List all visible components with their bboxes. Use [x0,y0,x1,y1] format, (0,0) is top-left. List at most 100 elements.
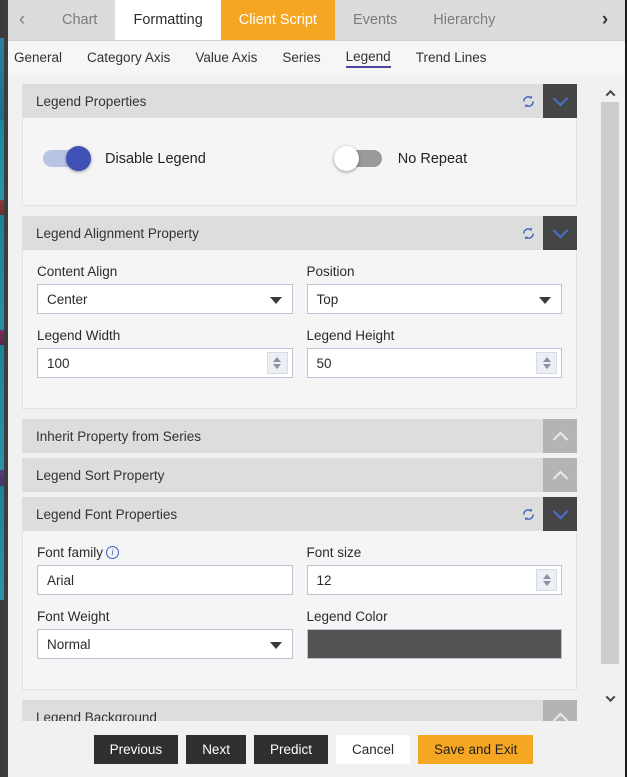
select-font-weight[interactable]: Normal [37,629,293,659]
input-legend-height[interactable]: 50 [306,348,562,378]
subtab-series[interactable]: Series [282,50,320,67]
input-font-family[interactable]: Arial [37,565,293,595]
refresh-icon[interactable] [513,84,543,118]
section-title: Inherit Property from Series [36,428,202,444]
settings-scroll-area: Legend Properties Disable Legend No Repe… [8,84,591,721]
toggle-knob [66,146,91,171]
section-header-icons [543,419,577,453]
collapse-toggle-legend-alignment[interactable] [543,216,577,250]
subtab-trend-lines[interactable]: Trend Lines [416,50,487,67]
subtab-general[interactable]: General [14,50,62,67]
legend-font-form: Font family i Arial Font size 12 Font We… [37,545,562,673]
section-title: Legend Alignment Property [36,225,199,241]
toggle-label-no-repeat: No Repeat [397,150,468,167]
section-header-legend-background[interactable]: Legend Background [22,700,577,721]
section-body-legend-alignment: Content Align Center Position Top Legend… [22,250,577,409]
collapse-toggle-legend-properties[interactable] [543,84,577,118]
toggle-disable-legend[interactable] [43,146,91,171]
chevron-down-icon [269,642,282,649]
section-header-inherit-property[interactable]: Inherit Property from Series [22,419,577,453]
legend-toggle-row: Disable Legend No Repeat [37,132,562,189]
select-value: Center [47,291,88,307]
dialog-footer: Previous Next Predict Cancel Save and Ex… [8,721,619,777]
next-button[interactable]: Next [186,734,246,764]
refresh-icon[interactable] [513,216,543,250]
section-header-legend-font[interactable]: Legend Font Properties [22,497,577,531]
subtab-category-axis[interactable]: Category Axis [87,50,170,67]
tab-label: Events [352,12,398,28]
chevron-right-icon[interactable]: › [583,0,627,40]
tab-formatting[interactable]: Formatting [115,0,221,40]
color-swatch-legend-color[interactable] [306,629,562,659]
collapse-toggle-inherit-property[interactable] [543,419,577,453]
section-header-legend-sort[interactable]: Legend Sort Property [22,458,577,492]
subtab-label: General [14,50,63,65]
label-text: Legend Height [306,328,395,343]
tab-hierarchy[interactable]: Hierarchy [415,0,514,40]
input-value: 50 [316,355,332,371]
spinner-font-size[interactable] [536,569,557,591]
chevron-down-icon [552,90,568,106]
subtab-label: Series [282,50,321,65]
collapse-toggle-legend-sort[interactable] [543,458,577,492]
sub-tab-bar: General Category Axis Value Axis Series … [0,41,627,76]
input-legend-width[interactable]: 100 [37,348,293,378]
section-title: Legend Sort Property [36,467,165,483]
tab-client-script[interactable]: Client Script [220,0,335,40]
previous-button[interactable]: Previous [93,734,179,764]
toggle-group-disable-legend: Disable Legend [43,146,206,171]
section-title: Legend Font Properties [36,506,178,522]
subtab-legend[interactable]: Legend [345,49,391,68]
save-and-exit-button[interactable]: Save and Exit [418,734,534,764]
spinner-up-icon[interactable] [273,357,281,362]
label-legend-color: Legend Color [307,609,563,624]
collapse-toggle-legend-font[interactable] [543,497,577,531]
label-content-align: Content Align [37,264,293,279]
scroll-down-arrow-icon[interactable] [601,689,619,707]
toggle-group-no-repeat: No Repeat [333,146,468,171]
spinner-up-icon[interactable] [542,357,551,362]
spinner-legend-height[interactable] [536,352,557,374]
spinner-up-icon[interactable] [542,574,551,579]
cancel-button[interactable]: Cancel [335,734,411,764]
section-header-legend-alignment[interactable]: Legend Alignment Property [22,216,577,250]
button-label: Previous [109,741,163,757]
label-font-weight: Font Weight [37,609,293,624]
tab-events[interactable]: Events [334,0,416,40]
vertical-scrollbar[interactable] [601,84,619,721]
select-position[interactable]: Top [306,284,562,314]
subtab-value-axis[interactable]: Value Axis [195,50,257,67]
tab-label: Chart [62,12,98,28]
label-text: Legend Width [37,328,121,343]
section-header-legend-properties[interactable]: Legend Properties [22,84,577,118]
section-title: Legend Properties [36,93,147,109]
chevron-up-icon [552,431,568,447]
predict-button[interactable]: Predict [253,734,328,764]
spinner-legend-width[interactable] [266,352,288,374]
input-font-size[interactable]: 12 [306,565,562,595]
collapse-toggle-legend-background[interactable] [543,700,577,721]
tab-label: Formatting [133,12,203,28]
chevron-down-icon [552,222,568,238]
button-label: Save and Exit [434,741,518,757]
scroll-up-arrow-icon[interactable] [601,84,619,102]
window-left-border [4,0,8,777]
toggle-no-repeat[interactable] [333,146,382,171]
spinner-down-icon[interactable] [542,581,551,586]
input-value: 100 [47,355,70,371]
tab-chart[interactable]: Chart [44,0,116,40]
spinner-down-icon[interactable] [542,364,551,369]
info-icon[interactable]: i [106,546,120,559]
scrollbar-thumb[interactable] [601,102,619,664]
select-value: Top [316,291,339,307]
chevron-down-icon [539,297,551,304]
spinner-down-icon[interactable] [273,364,281,369]
label-position: Position [307,264,563,279]
subtab-label: Trend Lines [415,50,487,65]
select-content-align[interactable]: Center [37,284,293,314]
section-header-icons [513,84,577,118]
field-legend-width: Legend Width 100 [37,328,293,378]
button-label: Next [202,741,230,757]
refresh-icon[interactable] [513,497,543,531]
tab-label: Client Script [238,12,317,28]
